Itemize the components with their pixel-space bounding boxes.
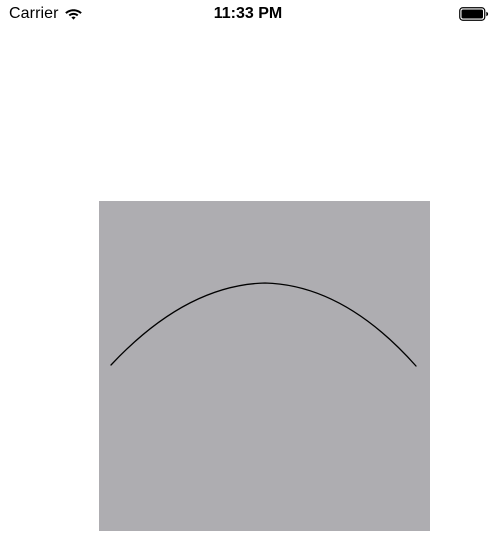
curve-drawing <box>110 282 417 367</box>
status-bar: Carrier 11:33 PM <box>0 0 496 30</box>
drawing-canvas <box>99 201 430 531</box>
arc-curve <box>110 282 417 367</box>
status-time: 11:33 PM <box>213 5 283 22</box>
battery-full-icon <box>459 7 489 21</box>
app-screen: Carrier 11:33 PM <box>0 0 496 535</box>
